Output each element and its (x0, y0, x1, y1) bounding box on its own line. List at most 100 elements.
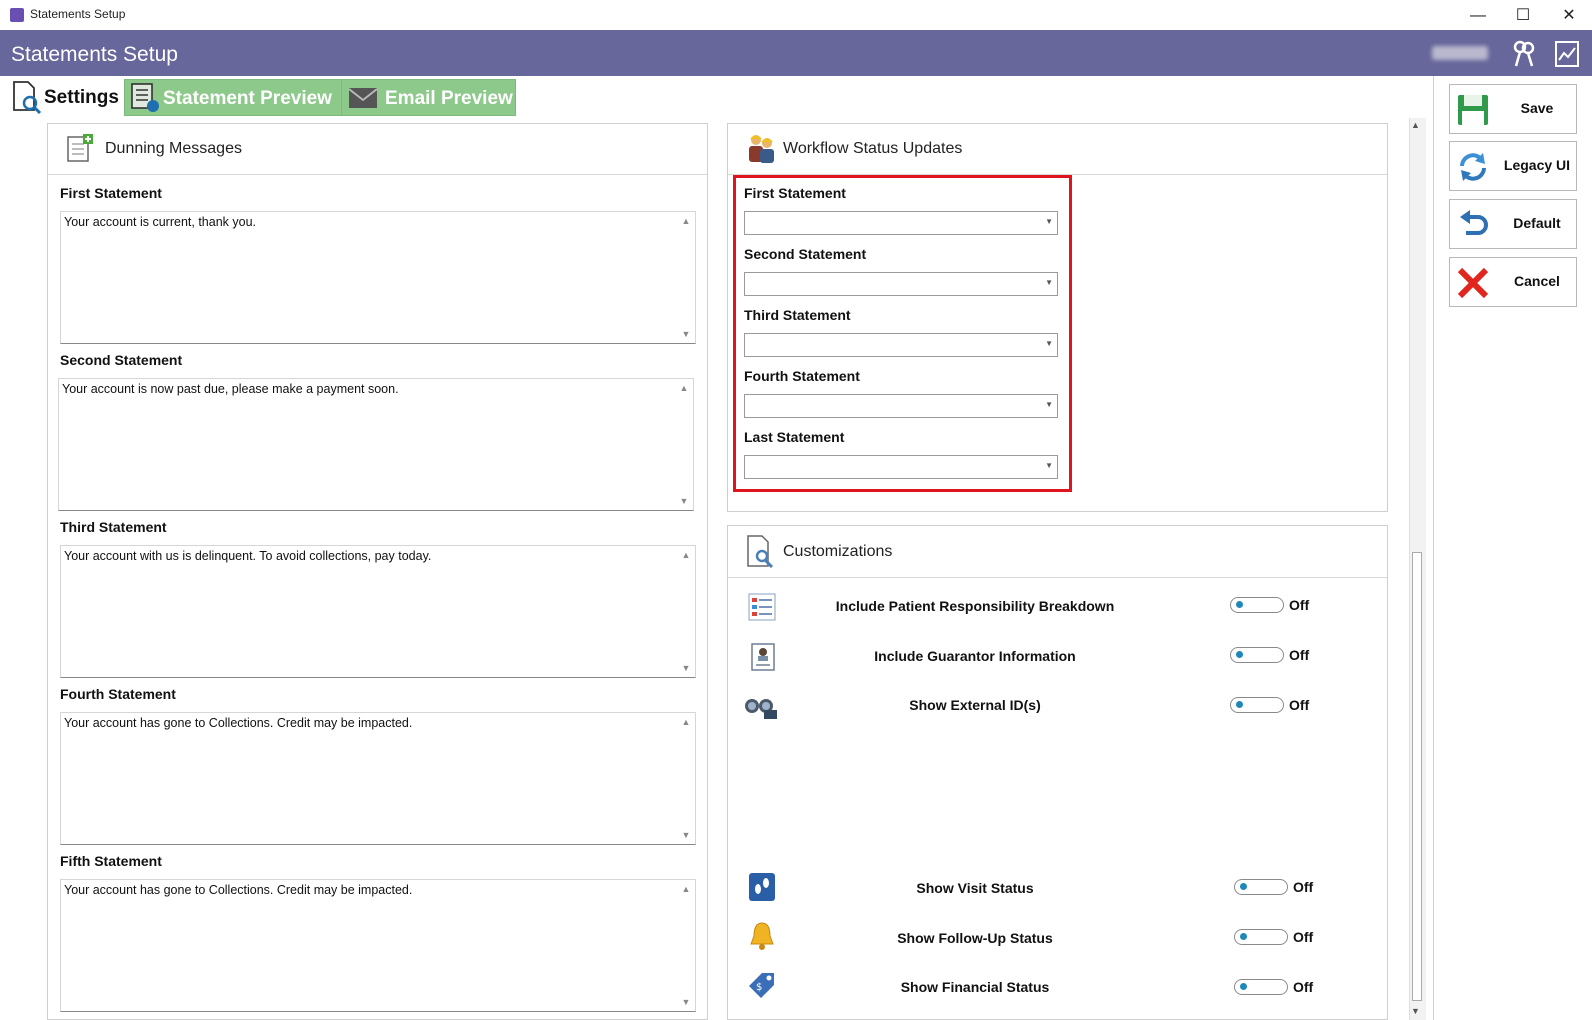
workflow-select-third[interactable]: ▼ (744, 333, 1058, 357)
option-label-financial-status: Show Financial Status (900, 979, 1050, 995)
dunning-label-fourth: Fourth Statement (60, 686, 176, 702)
scroll-up-icon[interactable]: ▲ (678, 383, 690, 393)
scroll-down-icon[interactable]: ▼ (680, 663, 692, 673)
app-icon (10, 8, 24, 22)
toggle-external-ids[interactable] (1230, 697, 1284, 713)
workflow-label-fourth: Fourth Statement (744, 368, 860, 384)
workflow-select-last[interactable]: ▼ (744, 455, 1058, 479)
toggle-state: Off (1293, 879, 1314, 895)
window-titlebar (0, 0, 1592, 30)
sidebar-divider (1433, 76, 1434, 1020)
dunning-message-fourth[interactable]: Your account has gone to Collections. Cr… (60, 712, 696, 845)
panel-divider (728, 577, 1387, 578)
toggle-state: Off (1289, 647, 1310, 663)
keys-icon[interactable] (1510, 40, 1538, 68)
toggle-state: Off (1289, 697, 1310, 713)
dunning-message-third[interactable]: Your account with us is delinquent. To a… (60, 545, 696, 678)
option-label-patient-responsibility: Include Patient Responsibility Breakdown (835, 598, 1115, 614)
scroll-down-icon[interactable]: ▼ (680, 997, 692, 1007)
dunning-message-second[interactable]: Your account is now past due, please mak… (58, 378, 694, 511)
tab-settings-label: Settings (44, 87, 119, 108)
statement-document-icon (131, 83, 159, 112)
chevron-down-icon: ▼ (1045, 461, 1053, 470)
scrollbar-thumb[interactable] (1412, 552, 1422, 1001)
toggle-dot (1236, 601, 1243, 608)
page-title: Statements Setup (11, 43, 178, 66)
price-tag-icon: $ (749, 973, 774, 998)
scroll-down-icon[interactable]: ▼ (680, 329, 692, 339)
customizations-title: Customizations (783, 543, 893, 560)
panel-divider (48, 174, 707, 175)
document-add-icon (67, 134, 93, 162)
toggle-visit-status[interactable] (1234, 879, 1288, 895)
option-label-external-ids: Show External ID(s) (909, 697, 1041, 713)
scroll-down-icon[interactable]: ▼ (680, 830, 692, 840)
list-icon (748, 593, 776, 621)
option-label-guarantor-info: Include Guarantor Information (874, 648, 1076, 664)
workflow-label-second: Second Statement (744, 246, 867, 262)
default-button[interactable]: Default (1449, 199, 1577, 249)
toggle-patient-responsibility[interactable] (1230, 597, 1284, 613)
dunning-message-first[interactable]: Your account is current, thank you. ▲ ▼ (60, 211, 696, 344)
floppy-disk-icon (1458, 95, 1488, 125)
scroll-down-icon[interactable]: ▼ (1411, 1006, 1420, 1016)
toggle-guarantor-info[interactable] (1230, 647, 1284, 663)
scroll-up-icon[interactable]: ▲ (680, 550, 692, 560)
minimize-button[interactable]: — (1455, 3, 1501, 29)
legacy-ui-button[interactable]: Legacy UI (1449, 141, 1577, 191)
tab-email-preview[interactable]: Email Preview (341, 79, 516, 116)
scroll-up-icon[interactable]: ▲ (680, 717, 692, 727)
close-icon (1457, 267, 1489, 299)
settings-document-search-icon (13, 81, 42, 114)
chevron-down-icon: ▼ (1045, 400, 1053, 409)
dunning-label-second: Second Statement (60, 352, 183, 368)
dunning-message-fourth-text: Your account has gone to Collections. Cr… (64, 716, 413, 730)
tab-settings[interactable]: Settings (4, 78, 122, 116)
window-title: Statements Setup (30, 7, 126, 21)
app-header (0, 30, 1592, 76)
workflow-select-fourth[interactable]: ▼ (744, 394, 1058, 418)
workflow-label-third: Third Statement (744, 307, 851, 323)
refresh-icon (1460, 153, 1486, 181)
option-label-follow-up-status: Show Follow-Up Status (897, 930, 1053, 946)
dunning-message-fifth[interactable]: Your account has gone to Collections. Cr… (60, 879, 696, 1012)
toggle-state: Off (1289, 597, 1310, 613)
dunning-message-fifth-text: Your account has gone to Collections. Cr… (64, 883, 413, 897)
toggle-financial-status[interactable] (1234, 979, 1288, 995)
toggle-dot (1240, 983, 1247, 990)
toggle-follow-up-status[interactable] (1234, 929, 1288, 945)
toggle-dot (1236, 701, 1243, 708)
workers-icon (749, 135, 774, 163)
chevron-down-icon: ▼ (1045, 217, 1053, 226)
dunning-label-third: Third Statement (60, 519, 167, 535)
workflow-select-first[interactable]: ▼ (744, 211, 1058, 235)
cancel-button[interactable]: Cancel (1449, 257, 1577, 307)
save-button[interactable]: Save (1449, 84, 1577, 134)
workflow-status-title: Workflow Status Updates (783, 140, 963, 157)
chart-report-icon[interactable] (1553, 40, 1581, 68)
workflow-label-last: Last Statement (744, 429, 845, 445)
close-window-button[interactable]: ✕ (1546, 3, 1592, 29)
chevron-down-icon: ▼ (1045, 278, 1053, 287)
dunning-messages-title: Dunning Messages (105, 140, 242, 157)
bell-icon (750, 922, 774, 950)
toggle-dot (1240, 883, 1247, 890)
scroll-up-icon[interactable]: ▲ (680, 884, 692, 894)
dunning-message-second-text: Your account is now past due, please mak… (62, 382, 399, 396)
document-wrench-icon (747, 535, 774, 568)
workflow-select-second[interactable]: ▼ (744, 272, 1058, 296)
dunning-label-first: First Statement (60, 185, 162, 201)
dunning-message-third-text: Your account with us is delinquent. To a… (64, 549, 432, 563)
toggle-dot (1236, 651, 1243, 658)
id-card-icon (751, 643, 775, 671)
cancel-button-label: Cancel (1514, 273, 1560, 289)
tab-statement-preview-label: Statement Preview (163, 88, 332, 109)
maximize-button[interactable]: ☐ (1500, 3, 1546, 29)
undo-icon (1460, 210, 1488, 235)
tab-statement-preview[interactable]: Statement Preview (124, 79, 342, 116)
scroll-up-icon[interactable]: ▲ (680, 216, 692, 226)
scroll-up-icon[interactable]: ▲ (1411, 120, 1420, 130)
scroll-down-icon[interactable]: ▼ (678, 496, 690, 506)
chevron-down-icon: ▼ (1045, 339, 1053, 348)
tab-email-preview-label: Email Preview (385, 88, 513, 109)
